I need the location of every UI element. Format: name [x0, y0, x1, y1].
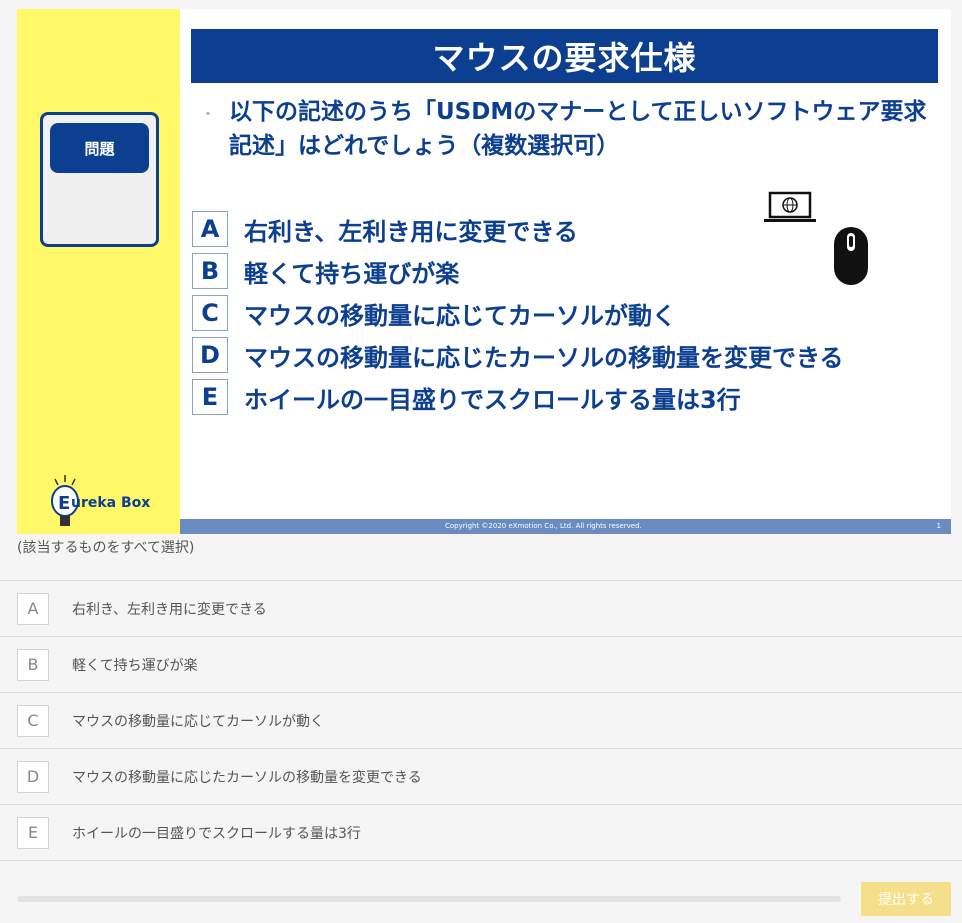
choice-letter: B: [17, 648, 49, 681]
slide-option: B 軽くて持ち運びが楽: [192, 250, 844, 292]
choice-letter: A: [17, 592, 49, 625]
slide-page-number: 1: [936, 522, 941, 530]
choice-text: マウスの移動量に応じたカーソルの移動量を変更できる: [72, 769, 422, 786]
slide-sidebar: 問題 E ureka Box: [17, 9, 180, 534]
slide-option-text: 軽くて持ち運びが楽: [244, 259, 460, 288]
question-card-title: 問題: [50, 123, 149, 173]
eureka-box-logo: E ureka Box: [45, 475, 165, 531]
slide-option-list: A 右利き、左利き用に変更できる B 軽くて持ち運びが楽 C マウスの移動量に応…: [192, 208, 844, 418]
logo-text: ureka Box: [71, 495, 151, 511]
slide-copyright: Copyright ©2020 eXmotion Co., Ltd. All r…: [445, 522, 642, 530]
submit-button[interactable]: 提出する: [861, 882, 951, 916]
laptop-icon: [764, 191, 816, 222]
slide-option-letter: E: [192, 379, 228, 415]
choice-text: ホイールの一目盛りでスクロールする量は3行: [72, 825, 361, 842]
slide-question: 以下の記述のうち「USDMのマナーとして正しいソフトウェア要求記述」はどれでしょ…: [229, 99, 927, 159]
choice-option-c[interactable]: C マウスの移動量に応じてカーソルが動く: [0, 693, 962, 749]
mouse-icon: [834, 227, 868, 285]
slide-title: マウスの要求仕様: [191, 29, 938, 83]
instruction-text: (該当するものをすべて選択): [17, 540, 195, 556]
slide-option-text: マウスの移動量に応じたカーソルの移動量を変更できる: [244, 343, 844, 372]
question-card: 問題: [40, 112, 159, 247]
slide-option-text: マウスの移動量に応じてカーソルが動く: [244, 301, 676, 330]
slide-option-text: ホイールの一目盛りでスクロールする量は3行: [244, 385, 741, 414]
choice-option-b[interactable]: B 軽くて持ち運びが楽: [0, 637, 962, 693]
slide-option-letter: B: [192, 253, 228, 289]
choice-text: 軽くて持ち運びが楽: [72, 657, 198, 674]
slide-option-letter: C: [192, 295, 228, 331]
slide-option: A 右利き、左利き用に変更できる: [192, 208, 844, 250]
choice-list: A 右利き、左利き用に変更できる B 軽くて持ち運びが楽 C マウスの移動量に応…: [0, 580, 962, 861]
slide-image: 問題 E ureka Box マウスの要求仕様 ・ 以下の記述のうち「USDMの…: [17, 9, 951, 534]
slide-option: C マウスの移動量に応じてカーソルが動く: [192, 292, 844, 334]
slide-option-letter: D: [192, 337, 228, 373]
choice-text: マウスの移動量に応じてカーソルが動く: [72, 713, 324, 730]
slide-option: D マウスの移動量に応じたカーソルの移動量を変更できる: [192, 334, 844, 376]
slide-option: E ホイールの一目盛りでスクロールする量は3行: [192, 376, 844, 418]
choice-option-d[interactable]: D マウスの移動量に応じたカーソルの移動量を変更できる: [0, 749, 962, 805]
slide-option-letter: A: [192, 211, 228, 247]
choice-letter: C: [17, 704, 49, 737]
choice-letter: D: [17, 760, 49, 793]
logo-letter: E: [58, 493, 71, 514]
choice-text: 右利き、左利き用に変更できる: [72, 601, 267, 618]
choice-option-e[interactable]: E ホイールの一目盛りでスクロールする量は3行: [0, 805, 962, 861]
progress-bar: [17, 896, 841, 902]
choice-letter: E: [17, 816, 49, 849]
choice-option-a[interactable]: A 右利き、左利き用に変更できる: [0, 581, 962, 637]
slide-footer: Copyright ©2020 eXmotion Co., Ltd. All r…: [180, 519, 951, 534]
bullet: ・: [201, 107, 215, 123]
slide-option-text: 右利き、左利き用に変更できる: [244, 217, 578, 246]
